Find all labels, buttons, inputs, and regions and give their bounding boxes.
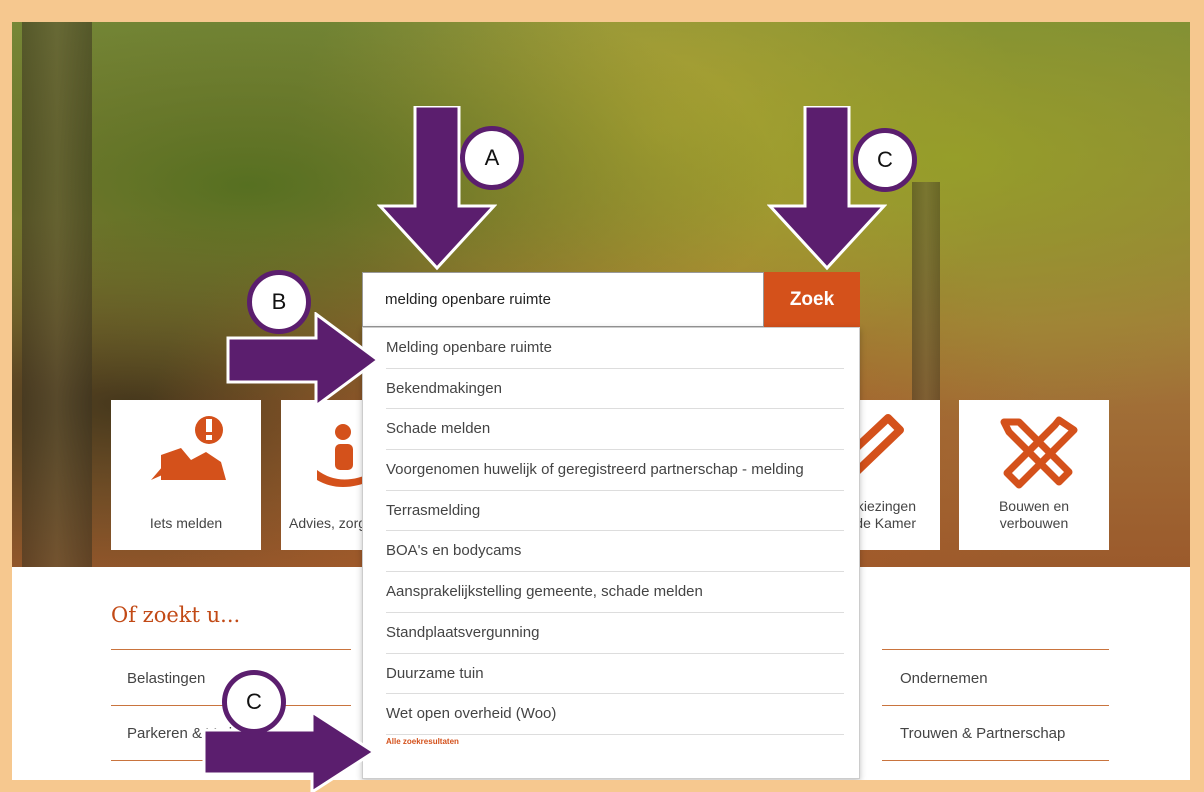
tile-label: Bouwen en verbouwen: [998, 498, 1070, 531]
section-heading: Of zoekt u...: [111, 603, 241, 627]
tile-label: Iets melden: [149, 515, 223, 531]
annotation-badge-c-bottom: C: [222, 670, 286, 734]
suggestion-item[interactable]: Melding openbare ruimte: [386, 328, 844, 369]
tools-icon: [1000, 416, 1078, 489]
suggestions-dropdown: Melding openbare ruimte Bekendmakingen S…: [362, 327, 860, 779]
link-belastingen[interactable]: Belastingen: [127, 670, 205, 687]
arrow-right-c-icon: [202, 710, 374, 792]
suggestion-item[interactable]: Aansprakelijkstelling gemeente, schade m…: [386, 572, 844, 613]
divider: [882, 705, 1109, 706]
suggestion-item[interactable]: Terrasmelding: [386, 491, 844, 532]
divider: [882, 760, 1109, 761]
tile-iets-melden[interactable]: Iets melden: [111, 400, 261, 550]
page-frame: Zoek Iets melden Advies, zorg Verkiezing…: [12, 22, 1190, 780]
tile-bouwen[interactable]: Bouwen en verbouwen: [959, 400, 1109, 550]
suggestion-item[interactable]: Bekendmakingen: [386, 369, 844, 410]
search-input[interactable]: [363, 273, 763, 326]
search-box: [362, 272, 764, 327]
suggestion-item[interactable]: Standplaatsvergunning: [386, 613, 844, 654]
divider: [111, 649, 351, 650]
suggestion-item[interactable]: Duurzame tuin: [386, 654, 844, 695]
annotation-badge-a: A: [460, 126, 524, 190]
annotation-badge-c-top: C: [853, 128, 917, 192]
suggestion-item[interactable]: BOA's en bodycams: [386, 531, 844, 573]
link-trouwen[interactable]: Trouwen & Partnerschap: [900, 725, 1065, 742]
divider: [882, 649, 1109, 650]
tree-trunk: [912, 182, 940, 402]
search-button[interactable]: Zoek: [764, 272, 860, 327]
annotation-badge-b: B: [247, 270, 311, 334]
report-warning-icon: [151, 416, 226, 480]
suggestion-item[interactable]: Wet open overheid (Woo): [386, 694, 844, 735]
arrow-right-b-icon: [226, 312, 381, 408]
suggestion-item[interactable]: Schade melden: [386, 409, 844, 451]
tree-trunk: [22, 22, 92, 567]
suggestion-item[interactable]: Voorgenomen huwelijk of geregistreerd pa…: [386, 450, 844, 491]
all-results-link[interactable]: Alle zoekresultaten: [363, 735, 859, 749]
link-ondernemen[interactable]: Ondernemen: [900, 670, 988, 687]
